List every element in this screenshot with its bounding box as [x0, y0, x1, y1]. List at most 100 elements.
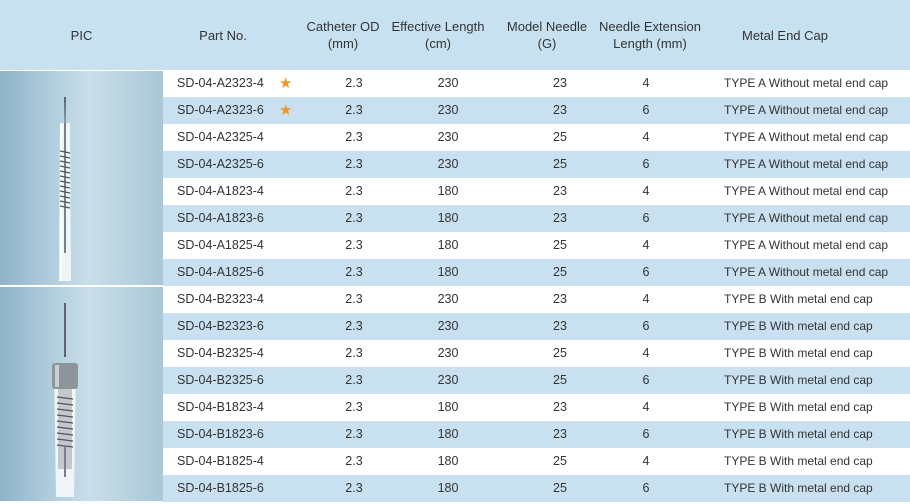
catheter-od: 2.3 [345, 130, 363, 144]
header-metal-end-cap: Metal End Cap [742, 27, 828, 43]
effective-length: 180 [437, 184, 459, 198]
table-row: SD-04-B1823-4 2.3 180 23 4 TYPE B With m… [163, 394, 910, 421]
metal-end-cap: TYPE B With metal end cap [724, 454, 873, 468]
effective-length: 230 [437, 76, 459, 90]
model-needle: 23 [553, 184, 567, 198]
effective-length: 230 [437, 292, 459, 306]
table-row: SD-04-B2325-6 2.3 230 25 6 TYPE B With m… [163, 367, 910, 394]
part-number: SD-04-A2323-6 [177, 103, 264, 117]
featured-star-icon: ★ [279, 75, 293, 92]
table-row: SD-04-B2325-4 2.3 230 25 4 TYPE B With m… [163, 340, 910, 367]
catheter-od: 2.3 [345, 481, 363, 495]
metal-end-cap: TYPE B With metal end cap [724, 373, 873, 387]
model-needle: 23 [553, 427, 567, 441]
product-image-type-a [0, 71, 163, 285]
effective-length: 180 [437, 238, 459, 252]
part-number: SD-04-A2325-4 [177, 130, 264, 144]
model-needle: 25 [553, 481, 567, 495]
model-needle: 23 [553, 319, 567, 333]
table-row: SD-04-A1823-4 2.3 180 23 4 TYPE A Withou… [163, 178, 910, 205]
table-row: SD-04-A2325-4 2.3 230 25 4 TYPE A Withou… [163, 124, 910, 151]
metal-end-cap: TYPE A Without metal end cap [724, 157, 889, 171]
part-number: SD-04-B2323-4 [177, 292, 264, 306]
effective-length: 180 [437, 211, 459, 225]
metal-end-cap: TYPE A Without metal end cap [724, 211, 889, 225]
effective-length: 230 [437, 103, 459, 117]
part-number: SD-04-A1825-4 [177, 238, 264, 252]
table-row: SD-04-B2323-4 2.3 230 23 4 TYPE B With m… [163, 286, 910, 313]
part-number: SD-04-B1825-6 [177, 481, 264, 495]
catheter-od: 2.3 [345, 292, 363, 306]
needle-extension: 6 [642, 265, 650, 279]
model-needle: 25 [553, 373, 567, 387]
metal-end-cap: TYPE B With metal end cap [724, 427, 873, 441]
model-needle: 23 [553, 76, 567, 90]
effective-length: 230 [437, 157, 459, 171]
effective-length: 230 [437, 130, 459, 144]
catheter-od: 2.3 [345, 400, 363, 414]
needle-extension: 6 [642, 319, 650, 333]
effective-length: 230 [437, 319, 459, 333]
effective-length: 180 [437, 265, 459, 279]
needle-extension: 6 [642, 373, 650, 387]
catheter-od: 2.3 [345, 76, 363, 90]
header-part-no: Part No. [199, 27, 247, 43]
metal-end-cap: TYPE B With metal end cap [724, 400, 873, 414]
table-row: SD-04-B2323-6 2.3 230 23 6 TYPE B With m… [163, 313, 910, 340]
catheter-od: 2.3 [345, 373, 363, 387]
model-needle: 25 [553, 346, 567, 360]
metal-end-cap: TYPE A Without metal end cap [724, 184, 889, 198]
catheter-od: 2.3 [345, 211, 363, 225]
metal-end-cap: TYPE B With metal end cap [724, 481, 873, 495]
needle-extension: 4 [642, 346, 650, 360]
effective-length: 230 [437, 346, 459, 360]
metal-end-cap: TYPE A Without metal end cap [724, 103, 889, 117]
table-row: SD-04-A2323-6 ★ 2.3 230 23 6 TYPE A With… [163, 97, 910, 124]
catheter-od: 2.3 [345, 346, 363, 360]
metal-end-cap: TYPE A Without metal end cap [724, 130, 889, 144]
needle-extension: 4 [642, 130, 650, 144]
part-number: SD-04-A1823-4 [177, 184, 264, 198]
model-needle: 23 [553, 400, 567, 414]
metal-end-cap: TYPE A Without metal end cap [724, 76, 889, 90]
part-number: SD-04-A2325-6 [177, 157, 264, 171]
model-needle: 23 [553, 103, 567, 117]
needle-extension: 4 [642, 292, 650, 306]
effective-length: 230 [437, 373, 459, 387]
catheter-od: 2.3 [345, 184, 363, 198]
header-catheter-od: Catheter OD (mm) [306, 19, 380, 51]
needle-extension: 4 [642, 454, 650, 468]
part-number: SD-04-A2323-4 [177, 76, 264, 90]
needle-extension: 6 [642, 157, 650, 171]
catheter-od: 2.3 [345, 454, 363, 468]
needle-extension: 4 [642, 184, 650, 198]
effective-length: 180 [437, 427, 459, 441]
table-row: SD-04-A1825-4 2.3 180 25 4 TYPE A Withou… [163, 232, 910, 259]
header-needle-extension: Needle Extension Length (mm) [599, 19, 701, 51]
needle-extension: 4 [642, 76, 650, 90]
needle-extension: 6 [642, 211, 650, 225]
part-number: SD-04-B1825-4 [177, 454, 264, 468]
part-number: SD-04-B2325-6 [177, 373, 264, 387]
needle-without-cap-icon [59, 97, 71, 281]
part-number: SD-04-B2325-4 [177, 346, 264, 360]
table-row: SD-04-B1825-6 2.3 180 25 6 TYPE B With m… [163, 475, 910, 502]
metal-end-cap: TYPE B With metal end cap [724, 292, 873, 306]
needle-extension: 6 [642, 103, 650, 117]
part-number: SD-04-A1823-6 [177, 211, 264, 225]
metal-end-cap: TYPE B With metal end cap [724, 346, 873, 360]
header-model-needle: Model Needle (G) [506, 19, 588, 51]
model-needle: 25 [553, 265, 567, 279]
part-number: SD-04-B1823-4 [177, 400, 264, 414]
needle-extension: 4 [642, 238, 650, 252]
catheter-od: 2.3 [345, 103, 363, 117]
table-row: SD-04-A1825-6 2.3 180 25 6 TYPE A Withou… [163, 259, 910, 286]
model-needle: 23 [553, 211, 567, 225]
table-row: SD-04-B1823-6 2.3 180 23 6 TYPE B With m… [163, 421, 910, 448]
metal-end-cap: TYPE A Without metal end cap [724, 265, 889, 279]
needle-extension: 6 [642, 481, 650, 495]
spec-table: PIC Part No. Catheter OD (mm) Effective … [0, 0, 910, 504]
model-needle: 23 [553, 292, 567, 306]
metal-end-cap: TYPE A Without metal end cap [724, 238, 889, 252]
effective-length: 180 [437, 481, 459, 495]
